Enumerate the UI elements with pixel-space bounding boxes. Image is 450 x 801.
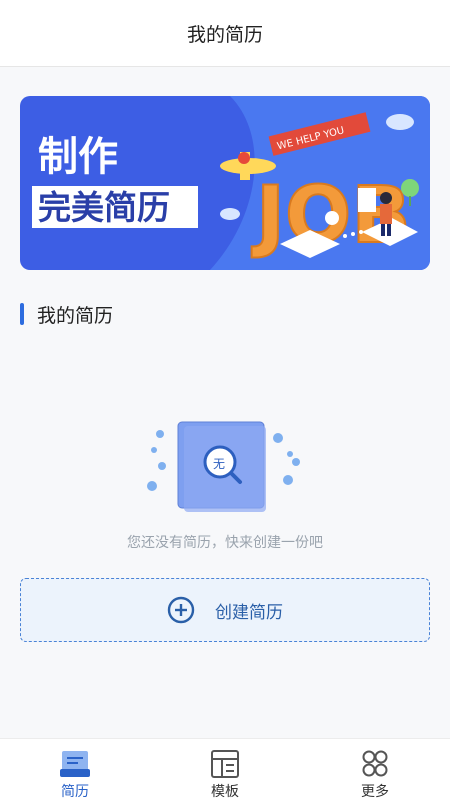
tab-resume[interactable]: 简历 bbox=[15, 739, 135, 801]
page-title: 我的简历 bbox=[186, 23, 263, 46]
promo-banner[interactable]: 制作 完美简历 WE HELP YOU JOB bbox=[20, 96, 430, 270]
banner-line2: 完美简历 bbox=[38, 188, 170, 227]
section-accent-bar bbox=[20, 303, 24, 325]
app-header: 我的简历 bbox=[0, 0, 450, 67]
tab-more-label: 更多 bbox=[361, 784, 389, 800]
tab-template[interactable]: 模板 bbox=[165, 739, 285, 801]
template-icon bbox=[211, 750, 239, 778]
tab-resume-label: 简历 bbox=[61, 784, 89, 800]
section-header: 我的简历 bbox=[20, 301, 113, 327]
bottom-tab-bar: 简历 模板 更多 bbox=[0, 738, 450, 801]
empty-state-illustration: 无 bbox=[140, 412, 310, 522]
create-resume-button[interactable]: 创建简历 bbox=[20, 578, 430, 642]
empty-icon-text: 无 bbox=[213, 457, 225, 471]
create-resume-label: 创建简历 bbox=[215, 602, 283, 623]
more-icon bbox=[362, 750, 388, 777]
tab-more[interactable]: 更多 bbox=[315, 739, 435, 801]
section-title: 我的简历 bbox=[37, 304, 114, 327]
resume-icon bbox=[60, 751, 90, 777]
banner-line1: 制作 bbox=[38, 134, 118, 180]
tab-template-label: 模板 bbox=[211, 784, 239, 800]
banner-illustration: 制作 完美简历 WE HELP YOU JOB bbox=[20, 96, 430, 270]
empty-state-message: 您还没有简历，快来创建一份吧 bbox=[127, 535, 323, 551]
plus-circle-icon bbox=[167, 596, 195, 624]
